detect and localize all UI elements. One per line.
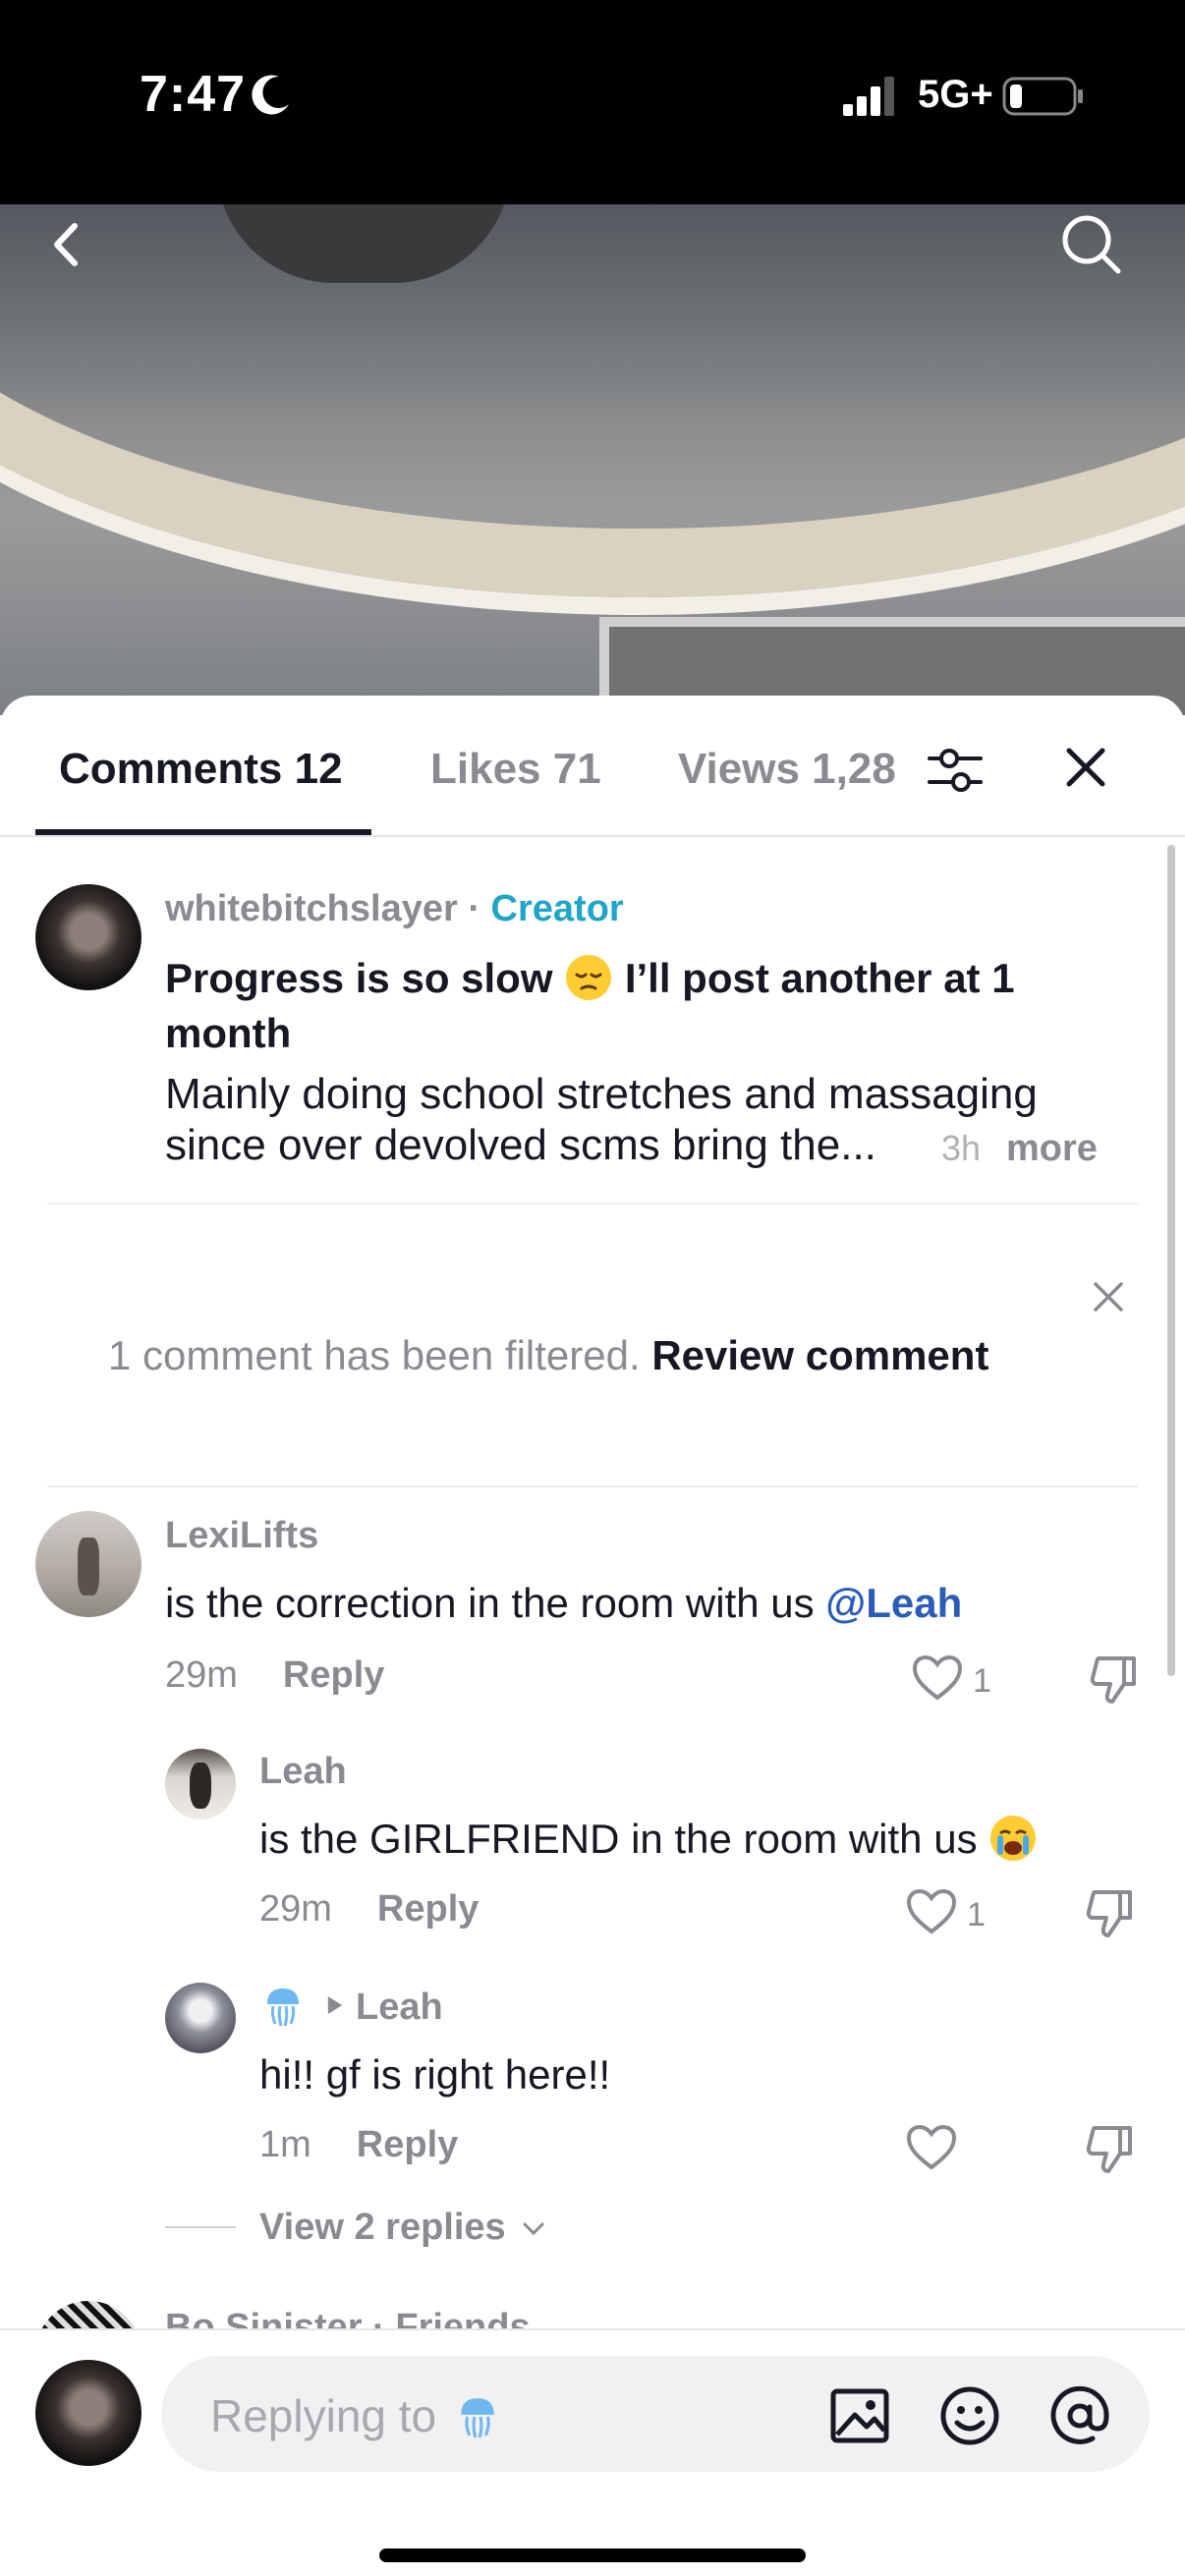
input-placeholder: Replying to [210,2389,498,2442]
divider [47,1203,1138,1204]
filtered-notice: 1 comment has been filtered. Review comm… [108,1332,989,1378]
like-count: 1 [967,1896,986,1933]
emoji-icon[interactable] [939,2385,1000,2446]
signal-icon [843,77,894,116]
more-link[interactable]: more [1006,1128,1098,1170]
dislike-icon[interactable] [1085,1888,1134,1939]
active-tab-indicator [35,829,371,835]
review-comment-link[interactable]: Review comment [651,1332,988,1378]
close-icon[interactable] [1063,745,1108,790]
comment-meta: 1m Reply [259,2124,459,2165]
filter-icon[interactable] [926,743,985,798]
comment-text: is the correction in the room with us @L… [165,1580,963,1626]
comment-time: 3h [941,1128,982,1168]
network-label: 5G+ [918,73,993,116]
jellyfish-emoji [267,1988,299,2027]
status-time: 7:47 [140,66,247,123]
battery-icon [1002,77,1083,116]
back-icon[interactable] [31,210,100,279]
comment-meta: 29m Reply [259,1888,480,1930]
heart-icon[interactable] [906,2124,957,2171]
reply-target-username[interactable]: Leah [356,1987,443,2029]
crying-face-emoji-icon [990,1816,1037,1861]
reply-button[interactable]: Reply [283,1654,384,1696]
chevron-down-icon [523,2222,544,2236]
mention-icon[interactable] [1049,2385,1110,2446]
jellyfish-emoji [461,2398,494,2438]
comment-text-body: Mainly doing school stretches and massag… [165,1070,1038,1169]
comment-text: is the GIRLFRIEND in the room with us [259,1812,1144,1867]
comment-username[interactable]: whitebitchslayer · Creator [165,888,624,930]
reply-button[interactable]: Reply [377,1888,479,1930]
reply-button[interactable]: Reply [357,2124,458,2165]
dislike-icon[interactable] [1089,1654,1138,1706]
dislike-icon[interactable] [1085,2124,1134,2175]
comment-username[interactable]: Leah [259,1751,347,1793]
comment-username[interactable]: LexiLifts [165,1515,318,1557]
avatar[interactable] [165,1983,236,2053]
status-bar: 7:47 5G+ [0,0,1185,204]
like-count: 1 [973,1662,991,1700]
view-replies-button[interactable]: View 2 replies [259,2207,545,2249]
comment-meta: 29m Reply [165,1654,385,1696]
image-icon[interactable] [829,2385,890,2446]
heart-icon[interactable] [912,1654,963,1702]
comment-text: hi!! gf is right here!! [259,2051,611,2098]
comment-text-title: Progress is so slow I’ll post another at… [165,955,1015,1056]
comment-input[interactable]: Replying to [161,2356,1150,2472]
reply-arrow-icon [327,1996,343,2014]
pensive-face-emoji-icon [566,955,612,1000]
avatar[interactable] [165,1749,236,1820]
comments-sheet: Comments 12 Likes 71 Views 1,28 whitebit… [0,696,1185,2576]
tab-views[interactable]: Views 1,28 [678,745,896,794]
comment-input-bar: Replying to [0,2328,1185,2576]
heart-icon[interactable] [906,1888,957,1935]
avatar[interactable] [35,1511,141,1617]
close-icon[interactable] [1093,1281,1124,1313]
scrollbar[interactable] [1167,845,1175,1676]
divider [165,2226,236,2228]
home-indicator[interactable] [379,2548,806,2562]
avatar[interactable] [35,884,141,990]
avatar [35,2360,141,2466]
search-icon[interactable] [1057,210,1126,279]
moon-icon [252,75,289,115]
tab-comments[interactable]: Comments 12 [59,745,343,794]
divider [47,1485,1138,1487]
tab-bar: Comments 12 Likes 71 Views 1,28 [0,696,1185,837]
creator-badge: Creator [490,888,624,929]
video-preview[interactable] [0,204,1185,715]
mention-link[interactable]: @Leah [825,1580,962,1626]
tab-likes[interactable]: Likes 71 [430,745,601,794]
